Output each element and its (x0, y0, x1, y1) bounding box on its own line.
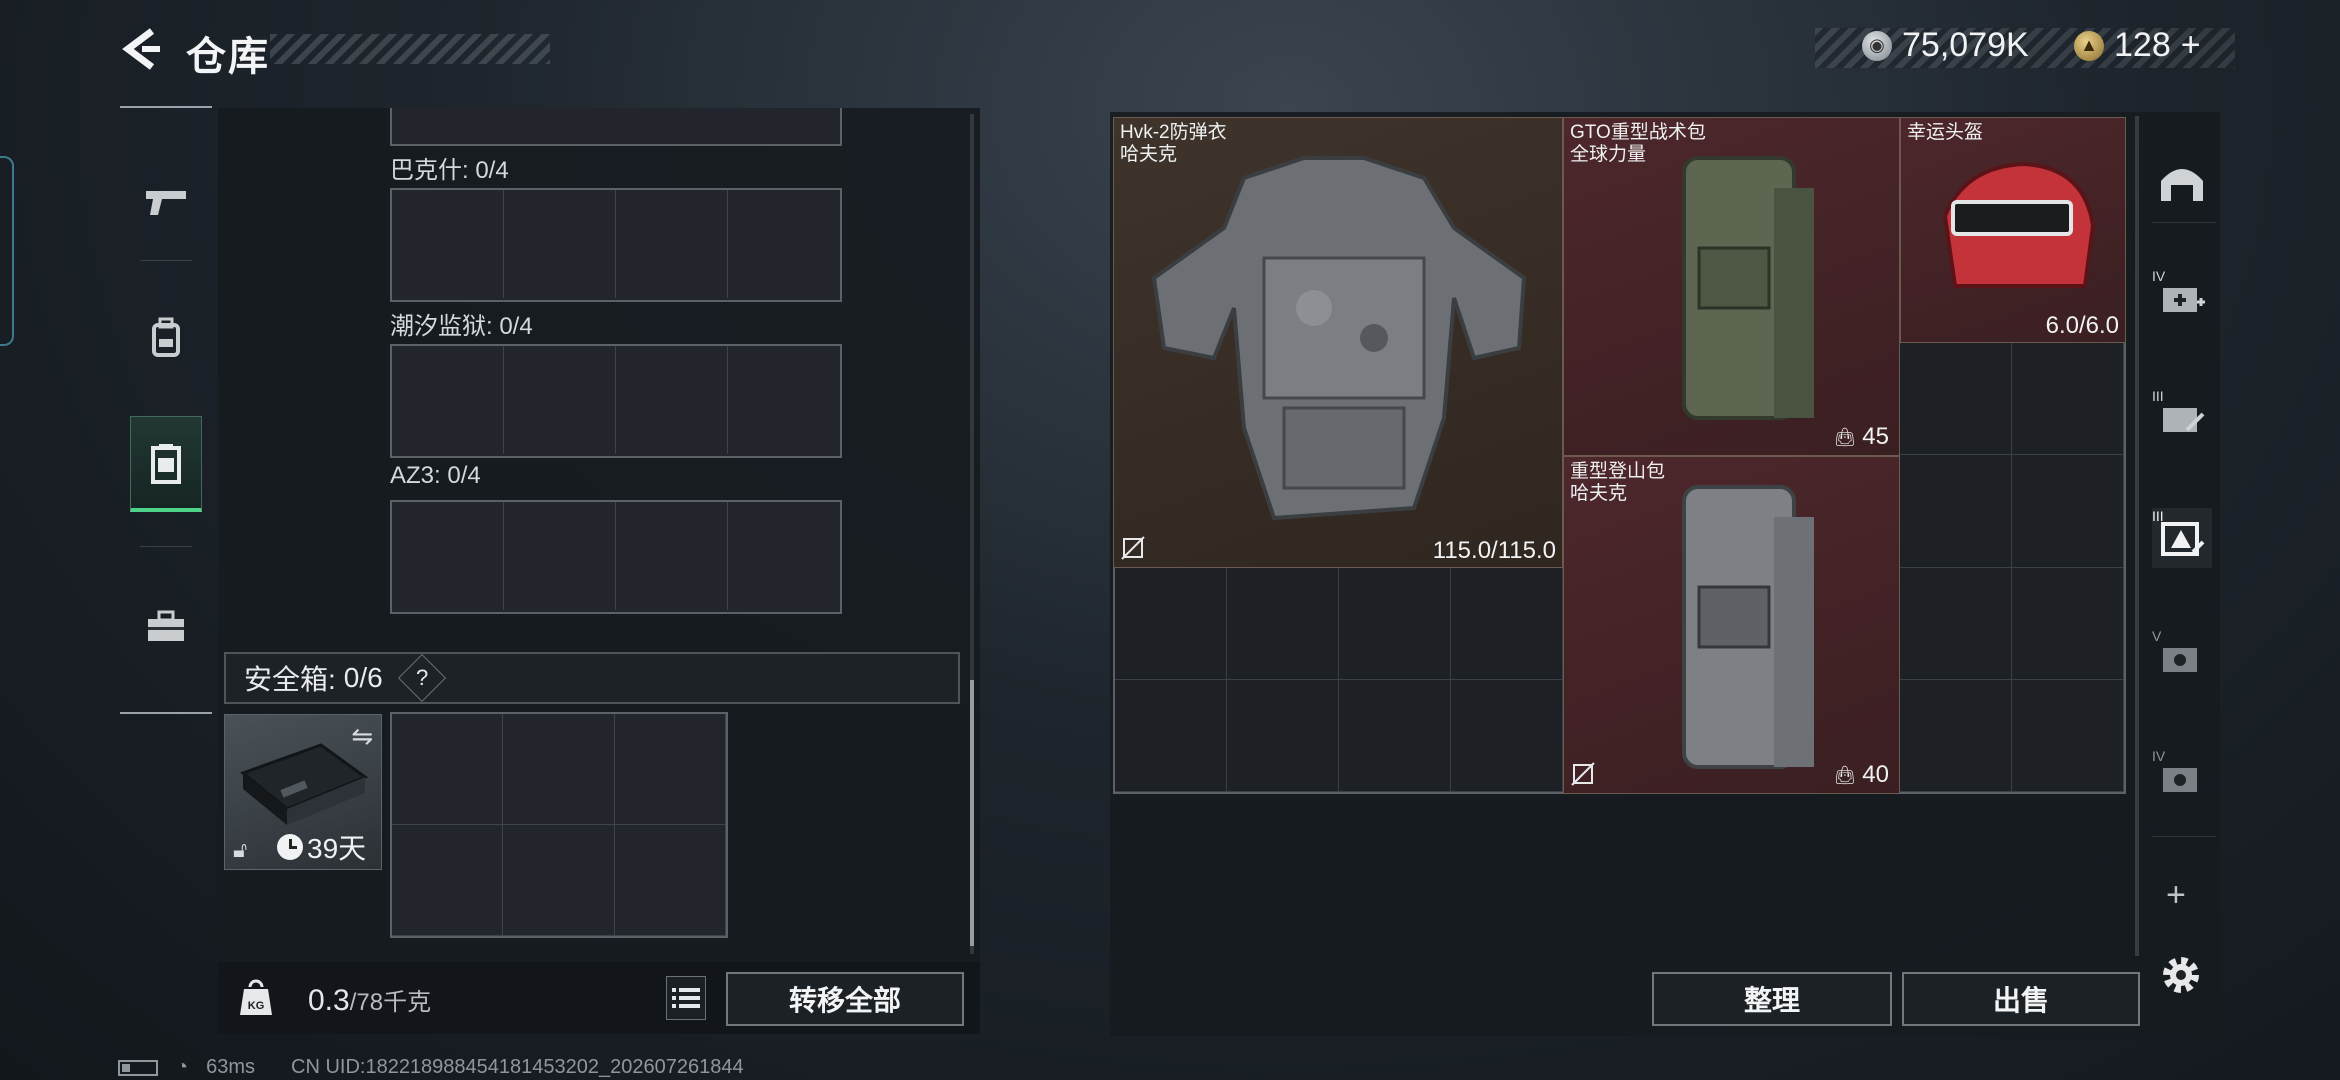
armor-repair-icon (2161, 522, 2205, 556)
backpack-gto-capacity: 👜︎ 45 (1833, 423, 1889, 450)
wifi-icon: ◔ (176, 1056, 189, 1078)
clock-icon (277, 834, 303, 860)
safebox-count: 0/6 (343, 662, 383, 693)
safebox-header: 安全箱: 0/6 ? (224, 652, 960, 704)
no-repair-icon (1571, 762, 1595, 786)
silver-coin-icon: ◉ (1862, 30, 1892, 61)
ping: 63ms (206, 1056, 255, 1078)
armor-image (1151, 156, 1527, 521)
weight-icon: KG (232, 974, 280, 1022)
repair-kit-icon (2163, 648, 2197, 672)
currency-gold[interactable]: ▲ 128 + (2074, 26, 2201, 65)
backpack-mountain-image (1682, 485, 1814, 769)
rail-backpack[interactable] (130, 290, 202, 386)
storage-grid[interactable] (390, 500, 842, 614)
expiry-days: 39天 (307, 833, 367, 864)
silver-amount: 75,079K (1902, 26, 2029, 64)
backpack-gto-name-block: GTO重型战术包 全球力量 (1570, 122, 1706, 166)
armor-durability: 115.0/115.0 (1432, 537, 1556, 564)
swap-icon[interactable]: ⇋ (351, 721, 373, 752)
battery-icon (118, 1059, 158, 1076)
gear-icon (2163, 957, 2199, 993)
gold-amount: 128 (2114, 26, 2171, 64)
safebox-label: 安全箱: (244, 664, 336, 695)
backpack-gto-image (1682, 156, 1814, 420)
back-button[interactable] (118, 22, 166, 76)
add-slot-button[interactable]: + (2166, 876, 2186, 915)
storage-grid[interactable] (390, 344, 842, 458)
backpack-gto-brand: 全球力量 (1570, 144, 1647, 165)
backpack-gto-name: GTO重型战术包 (1570, 122, 1706, 143)
home-icon (2161, 169, 2203, 201)
vest-icon (151, 443, 181, 484)
weight-max: /78千克 (349, 989, 432, 1016)
list-icon (672, 988, 700, 1008)
helmet-image (1942, 161, 2096, 288)
armor-item[interactable]: Hvk-2防弹衣 哈夫克 115.0/115.0 (1113, 117, 1563, 568)
backpack-mountain-capacity: 👜︎ 40 (1833, 761, 1889, 788)
weight-value: 0.3 (308, 984, 350, 1017)
title-decoration (270, 34, 550, 64)
organize-button[interactable]: 整理 (1652, 972, 1892, 1026)
category-rail (120, 106, 212, 714)
slot-iii-armor-repair[interactable]: III (2152, 508, 2212, 568)
slot-iv-medkit[interactable]: IV (2152, 268, 2212, 328)
slot-v-repair[interactable]: V (2152, 628, 2212, 688)
sell-button[interactable]: 出售 (1902, 972, 2140, 1026)
equipment-scrollbar[interactable] (2135, 116, 2139, 956)
armor-brand: 哈夫克 (1120, 144, 1178, 165)
transfer-all-button[interactable]: 转移全部 (726, 972, 964, 1026)
home-slot[interactable] (2152, 150, 2212, 210)
pistol-icon (146, 191, 186, 215)
section-label: AZ3: 0/4 (390, 462, 481, 489)
status-bar: ◔ 63ms CN UID:18221898845418145320​2_202… (118, 1056, 744, 1079)
helmet-name: 幸运头盔 (1907, 122, 1984, 143)
slot-iii-medkit[interactable]: III (2152, 388, 2212, 448)
armor-name: Hvk-2防弹衣 (1120, 122, 1227, 143)
weight-readout: 0.3/78千克 (308, 982, 431, 1018)
backpack-mountain-name: 重型登山包 (1570, 461, 1666, 482)
svg-text:KG: KG (248, 1000, 265, 1012)
medkit-tool-icon (2163, 408, 2205, 432)
safe-case-item[interactable]: ⇋ 🔓︎ 39天 (224, 714, 382, 870)
page-title: 仓库 (186, 35, 270, 79)
help-icon[interactable]: ? (397, 653, 446, 703)
toolbox-icon (148, 610, 184, 641)
repair-kit-icon (2163, 768, 2197, 792)
bag-capacity-icon: 👜︎ (1833, 426, 1857, 447)
rail-toolbox[interactable] (130, 578, 202, 674)
section-label: 巴克什: 0/4 (390, 157, 509, 184)
backpack-mountain-brand: 哈夫克 (1570, 483, 1628, 504)
medkit-icon (2163, 288, 2205, 312)
gold-coin-icon: ▲ (2074, 30, 2104, 61)
no-repair-icon (1121, 536, 1145, 560)
safebox-grid[interactable] (390, 712, 728, 938)
rail-vest[interactable] (130, 416, 202, 512)
section-label: 潮汐监狱: 0/4 (390, 313, 533, 340)
rail-weapon[interactable] (130, 154, 202, 250)
list-view-button[interactable] (666, 976, 706, 1020)
lock-icon: 🔓︎ (233, 837, 248, 862)
helmet-durability: 6.0/6.0 (2045, 312, 2119, 339)
helmet-item[interactable]: 幸运头盔 6.0/6.0 (1900, 117, 2126, 343)
backpack-mountain-item[interactable]: 重型登山包 哈夫克 👜︎ 40 (1563, 456, 1900, 794)
currency-silver: ◉ 75,079K (1862, 26, 2029, 65)
add-currency-button[interactable]: + (2181, 26, 2201, 65)
user-uid: CN UID:18221898845418145320​2_2026072618… (291, 1056, 744, 1078)
edge-tab[interactable] (0, 156, 14, 346)
backpack-mountain-name-block: 重型登山包 哈夫克 (1570, 461, 1665, 505)
armor-name-block: Hvk-2防弹衣 哈夫克 (1120, 122, 1227, 166)
storage-grid-partial (390, 108, 842, 146)
storage-grid[interactable] (390, 188, 842, 302)
settings-button[interactable] (2158, 952, 2204, 998)
storage-scroll-thumb[interactable] (970, 680, 974, 946)
bag-capacity-icon: 👜︎ (1833, 764, 1857, 785)
backpack-gto-item[interactable]: GTO重型战术包 全球力量 👜︎ 45 (1563, 117, 1900, 456)
backpack-icon (152, 317, 180, 357)
expiry: 39天 (277, 827, 366, 867)
back-arrow-icon (122, 28, 160, 70)
slot-iv-repair[interactable]: IV (2152, 748, 2212, 808)
